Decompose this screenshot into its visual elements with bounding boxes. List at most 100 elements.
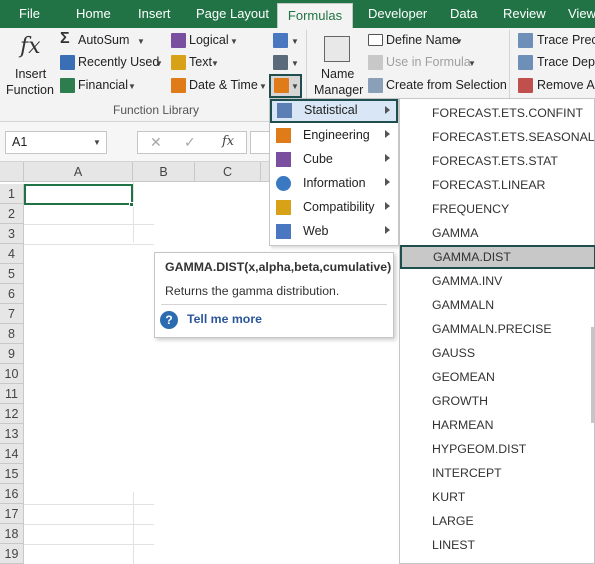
trace-dependents-button[interactable]: Trace Dependents: [518, 54, 595, 72]
row-header-5[interactable]: 5: [0, 264, 24, 284]
tab-page-layout[interactable]: Page Layout: [196, 0, 269, 28]
define-name-button[interactable]: Define Name ▼: [368, 32, 463, 50]
tab-review[interactable]: Review: [503, 0, 546, 28]
function-item[interactable]: GAMMALN.PRECISE: [400, 317, 595, 341]
row-header-4[interactable]: 4: [0, 244, 24, 264]
function-item[interactable]: FORECAST.ETS.CONFINT: [400, 101, 595, 125]
select-all-corner[interactable]: [0, 162, 24, 182]
row-header-19[interactable]: 19: [0, 544, 24, 564]
chevron-down-icon: ▼: [291, 37, 299, 46]
row-header-15[interactable]: 15: [0, 464, 24, 484]
cancel-icon[interactable]: ✕: [150, 134, 162, 151]
tell-me-more-link[interactable]: Tell me more: [187, 312, 262, 326]
row-header-11[interactable]: 11: [0, 384, 24, 404]
name-box[interactable]: A1: [5, 131, 107, 154]
function-item[interactable]: FORECAST.LINEAR: [400, 173, 595, 197]
logical-icon: [171, 33, 186, 48]
function-item[interactable]: FORECAST.ETS.SEASONALITY: [400, 125, 595, 149]
function-item[interactable]: GAMMA.INV: [400, 269, 595, 293]
function-item[interactable]: LINEST: [400, 533, 595, 557]
function-item[interactable]: GROWTH: [400, 389, 595, 413]
logical-button[interactable]: Logical ▼: [171, 32, 241, 50]
formula-buttons: ✕ ✓ fx: [137, 131, 247, 154]
math-trig-button[interactable]: ▼: [273, 54, 301, 72]
function-item[interactable]: FREQUENCY: [400, 197, 595, 221]
trace-precedents-button[interactable]: Trace Precedents: [518, 32, 595, 50]
tab-file[interactable]: File: [19, 0, 40, 28]
insert-function-button[interactable]: fx Insert Function: [3, 32, 57, 100]
tab-insert[interactable]: Insert: [138, 0, 171, 28]
function-item[interactable]: GEOMEAN: [400, 365, 595, 389]
menu-item-information[interactable]: Information: [270, 172, 398, 196]
column-header-b[interactable]: B: [133, 162, 195, 182]
row-header-12[interactable]: 12: [0, 404, 24, 424]
compatibility-icon: [276, 200, 291, 215]
selected-cell-a1[interactable]: [24, 184, 133, 205]
function-item-gamma-dist[interactable]: GAMMA.DIST: [400, 245, 595, 269]
row-header-16[interactable]: 16: [0, 484, 24, 504]
menu-item-web[interactable]: Web: [270, 220, 398, 244]
name-manager-icon: [324, 36, 350, 62]
tab-view[interactable]: View: [568, 0, 595, 28]
name-manager-button[interactable]: Name Manager: [312, 32, 364, 100]
formula-input[interactable]: [250, 131, 270, 154]
remove-arrows-button[interactable]: Remove Arrows: [518, 77, 595, 95]
row-header-9[interactable]: 9: [0, 344, 24, 364]
row-header-6[interactable]: 6: [0, 284, 24, 304]
text-button[interactable]: Text ▼: [171, 54, 221, 72]
menu-item-engineering[interactable]: Engineering: [270, 124, 398, 148]
row-header-1[interactable]: 1: [0, 184, 24, 204]
column-header-c[interactable]: C: [195, 162, 261, 182]
tab-formulas[interactable]: Formulas: [277, 3, 353, 28]
function-item[interactable]: GAUSS: [400, 341, 595, 365]
enter-icon[interactable]: ✓: [184, 134, 196, 151]
lookup-reference-button[interactable]: ▼: [273, 32, 301, 50]
menu-item-statistical[interactable]: Statistical: [270, 99, 398, 123]
trace-dependents-icon: [518, 55, 533, 70]
function-item[interactable]: INTERCEPT: [400, 461, 595, 485]
column-header-a[interactable]: A: [24, 162, 133, 182]
help-icon[interactable]: ?: [160, 311, 178, 329]
recently-used-button[interactable]: Recently Used ▼: [60, 54, 164, 72]
information-icon: [276, 176, 291, 191]
function-item[interactable]: GAMMA: [400, 221, 595, 245]
name-box-dropdown-icon[interactable]: ▼: [93, 138, 101, 147]
row-header-2[interactable]: 2: [0, 204, 24, 224]
remove-arrows-label: Remove Arrows: [537, 78, 595, 92]
insert-function-icon: fx: [20, 34, 41, 59]
row-header-17[interactable]: 17: [0, 504, 24, 524]
tab-home[interactable]: Home: [76, 0, 111, 28]
menu-item-compatibility[interactable]: Compatibility: [270, 196, 398, 220]
menu-item-cube[interactable]: Cube: [270, 148, 398, 172]
menu-scrollbar[interactable]: [591, 327, 594, 423]
create-from-selection-button[interactable]: Create from Selection: [368, 77, 507, 95]
star-book-icon: [60, 55, 75, 70]
autosum-button[interactable]: Σ AutoSum ▼: [60, 30, 156, 50]
text-label: Text: [189, 55, 212, 69]
menu-item-label: Compatibility: [303, 200, 375, 214]
more-functions-button[interactable]: ▼: [269, 74, 302, 98]
trace-dependents-label: Trace Dependents: [537, 55, 595, 69]
tab-data[interactable]: Data: [450, 0, 477, 28]
function-item[interactable]: HYPGEOM.DIST: [400, 437, 595, 461]
gridline: [133, 182, 134, 242]
insert-function-fx-icon[interactable]: fx: [222, 134, 234, 149]
function-item[interactable]: FORECAST.ETS.STAT: [400, 149, 595, 173]
fill-handle[interactable]: [129, 202, 134, 207]
tab-developer[interactable]: Developer: [368, 0, 427, 28]
function-item[interactable]: GAMMALN: [400, 293, 595, 317]
sigma-icon: Σ: [60, 30, 70, 47]
row-header-13[interactable]: 13: [0, 424, 24, 444]
chevron-right-icon: [385, 154, 390, 162]
date-time-button[interactable]: Date & Time ▼: [171, 77, 267, 95]
function-item[interactable]: KURT: [400, 485, 595, 509]
row-header-7[interactable]: 7: [0, 304, 24, 324]
row-header-3[interactable]: 3: [0, 224, 24, 244]
row-header-18[interactable]: 18: [0, 524, 24, 544]
function-item[interactable]: LARGE: [400, 509, 595, 533]
row-header-8[interactable]: 8: [0, 324, 24, 344]
row-header-10[interactable]: 10: [0, 364, 24, 384]
function-item[interactable]: HARMEAN: [400, 413, 595, 437]
financial-button[interactable]: Financial ▼: [60, 77, 140, 95]
row-header-14[interactable]: 14: [0, 444, 24, 464]
